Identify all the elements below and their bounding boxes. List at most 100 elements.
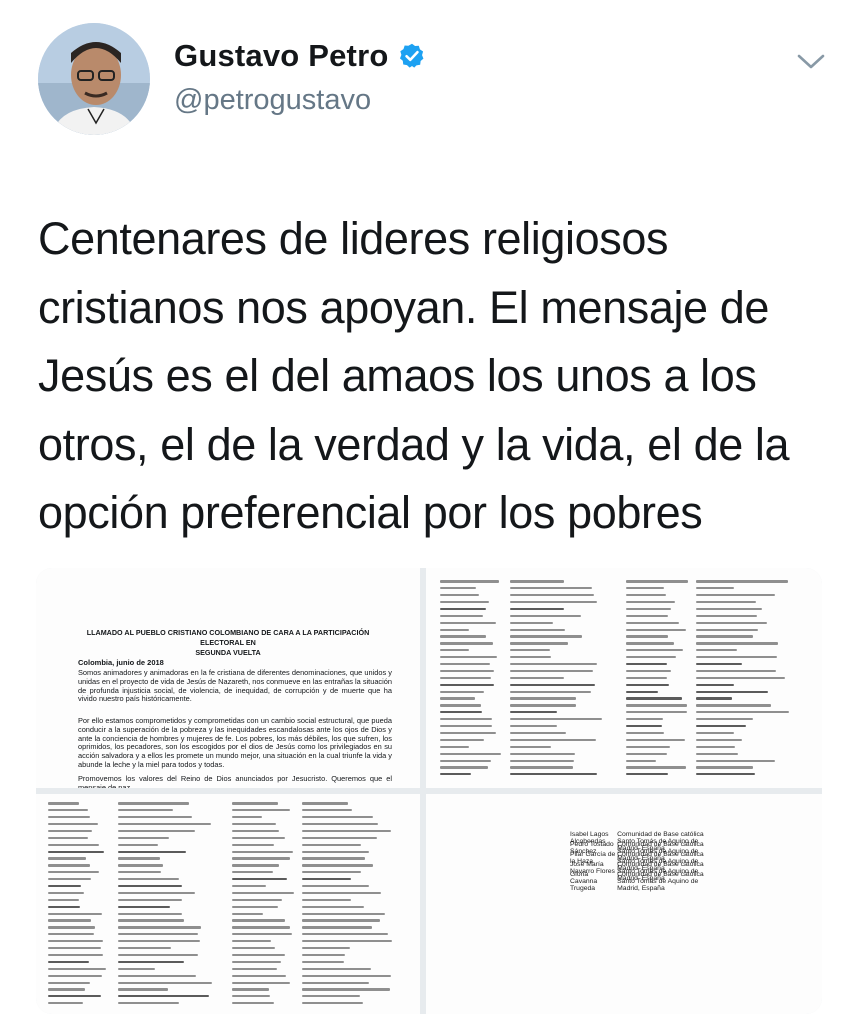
fine-print-row [626,619,810,626]
verified-badge-icon [400,43,424,68]
media-image-letter-page[interactable]: LLAMADO AL PUEBLO CRISTIANO COLOMBIANO D… [36,568,420,788]
fine-print-row [626,695,810,702]
signature-list [48,800,228,1007]
fine-print-row [626,626,810,633]
fine-print-row [232,903,408,910]
fine-print-row [48,938,228,945]
fine-print-row [232,910,408,917]
fine-print-row [232,883,408,890]
fine-print-row [440,771,620,778]
fine-print-row [440,736,620,743]
fine-print-row [626,743,810,750]
fine-print-row [626,585,810,592]
fine-print-row [232,876,408,883]
fine-print-row [626,606,810,613]
fine-print-row [232,896,408,903]
avatar[interactable] [38,23,150,135]
media-image-signatures-table[interactable]: Isabel Lagos Alcobendas Comunidad de Bas… [426,794,822,1014]
fine-print-row [232,890,408,897]
fine-print-row [626,771,810,778]
media-image-signatures-page[interactable] [426,568,822,788]
fine-print-row [440,612,620,619]
fine-print-row [440,681,620,688]
fine-print-row [440,585,620,592]
fine-print-row [232,931,408,938]
media-image-signatures-page[interactable] [36,794,420,1014]
fine-print-row [626,592,810,599]
tweet-line: Jesús es el del amaos los unos a los [38,350,757,401]
fine-print-row [48,869,228,876]
fine-print-row [232,917,408,924]
fine-print-row [232,821,408,828]
fine-print-row [440,743,620,750]
fine-print-row [626,612,810,619]
fine-print-row [440,606,620,613]
document-paragraph: Somos animadores y animadoras en la fe c… [78,668,392,704]
fine-print-row [48,855,228,862]
fine-print-row [48,1000,228,1007]
fine-print-row [48,952,228,959]
fine-print-row [48,945,228,952]
document-title-line: SEGUNDA VUELTA [195,648,261,657]
document-paragraph: Por ello estamos comprometidos y comprom… [78,716,392,769]
tweet-line: cristianos nos apoyan. El mensaje de [38,281,770,333]
fine-print-row [440,640,620,647]
tweet-line: otros, el de la verdad y la vida, el de … [38,418,790,470]
fine-print-row [232,848,408,855]
fine-print-row [626,764,810,771]
fine-print-row [440,702,620,709]
signature-list [440,578,620,778]
fine-print-row [232,828,408,835]
fine-print-row [440,626,620,633]
media-grid: LLAMADO AL PUEBLO CRISTIANO COLOMBIANO D… [36,568,822,1014]
fine-print-row [48,890,228,897]
fine-print-row [440,730,620,737]
fine-print-row [48,931,228,938]
chevron-down-icon[interactable] [795,52,827,72]
fine-print-row [232,1000,408,1007]
fine-print-row [626,674,810,681]
document-title-line: LLAMADO AL PUEBLO CRISTIANO COLOMBIANO D… [86,628,370,647]
fine-print-row [48,828,228,835]
fine-print-row [626,716,810,723]
signatory-name: Gloria Cavanna Trugeda [570,871,598,892]
fine-print-row [440,599,620,606]
fine-print-row [48,814,228,821]
fine-print-row [440,619,620,626]
signature-list [626,578,810,778]
fine-print-row [48,848,228,855]
fine-print-row [626,661,810,668]
display-name[interactable]: Gustavo Petro [174,38,388,74]
fine-print-row [232,862,408,869]
user-handle[interactable]: @petrogustavo [174,84,371,117]
fine-print-row [626,578,810,585]
document-title: LLAMADO AL PUEBLO CRISTIANO COLOMBIANO D… [78,628,378,658]
fine-print-row [626,647,810,654]
fine-print-row [440,709,620,716]
fine-print-row [232,945,408,952]
document-paragraph: Promovemos los valores del Reino de Dios… [78,774,392,788]
fine-print-row [48,834,228,841]
fine-print-row [626,599,810,606]
fine-print-row [440,723,620,730]
signature-list [232,800,408,1007]
fine-print-row [48,841,228,848]
avatar-image [38,23,150,135]
fine-print-row [440,750,620,757]
tweet-line: Centenares de lideres religiosos [38,213,669,264]
fine-print-row [48,986,228,993]
fine-print-row [440,674,620,681]
fine-print-row [48,862,228,869]
fine-print-row [48,910,228,917]
name-row: Gustavo Petro [174,38,426,74]
fine-print-row [48,979,228,986]
fine-print-row [626,709,810,716]
fine-print-row [232,938,408,945]
fine-print-row [626,730,810,737]
fine-print-row [48,896,228,903]
fine-print-row [626,723,810,730]
fine-print-row [232,855,408,862]
fine-print-row [440,647,620,654]
fine-print-row [48,924,228,931]
fine-print-row [232,924,408,931]
